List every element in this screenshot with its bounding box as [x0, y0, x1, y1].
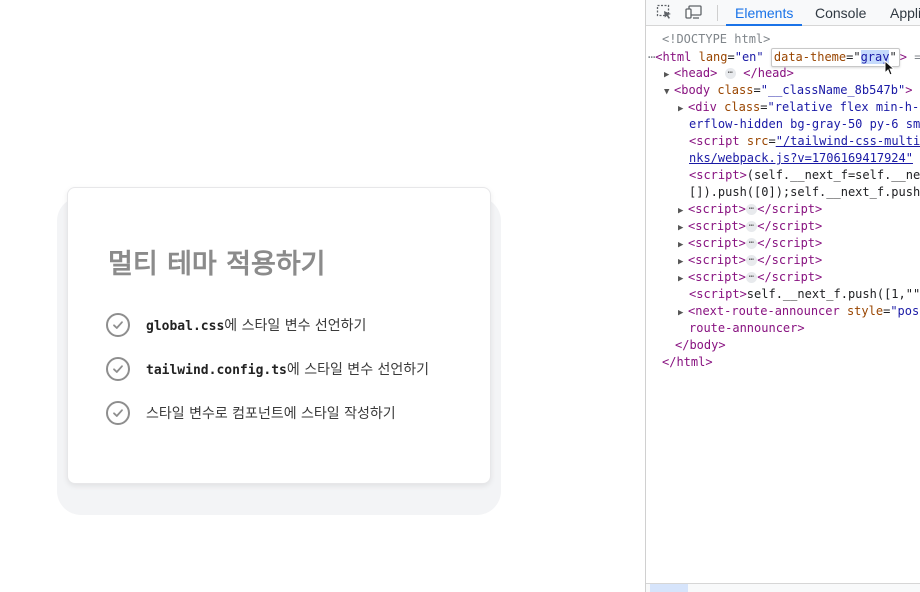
tab-console[interactable]: Console	[815, 0, 866, 26]
page-viewport: 멀티 테마 적용하기 global.css에 스타일 변수 선언하기 tailw…	[0, 0, 645, 592]
inline-script-continued: []).push([0]);self.__next_f.push	[689, 185, 920, 199]
list-item: 스타일 변수로 컴포넌트에 스타일 작성하기	[106, 401, 429, 425]
expand-triangle-icon[interactable]: ▶	[678, 271, 688, 288]
feature-list: global.css에 스타일 변수 선언하기 tailwind.config.…	[106, 313, 429, 445]
tab-elements[interactable]: Elements	[726, 0, 803, 26]
feature-text: tailwind.config.ts에 스타일 변수 선언하기	[146, 362, 430, 378]
mouse-pointer-icon	[884, 59, 896, 76]
collapse-triangle-icon[interactable]: ▼	[664, 84, 674, 101]
inline-script-node[interactable]: <script>self.__next_f.push([1,""	[689, 286, 920, 303]
inline-script-node[interactable]: <script>(self.__next_f=self.__ne	[689, 167, 920, 184]
card-title: 멀티 테마 적용하기	[108, 249, 326, 280]
expand-triangle-icon[interactable]: ▶	[678, 101, 688, 118]
device-toggle-icon[interactable]	[685, 4, 703, 20]
devtools-panel: Elements Console Appli <!DOCTYPE html> ⋯…	[645, 0, 920, 592]
collapsed-ellipsis[interactable]: ⋯	[745, 238, 758, 249]
collapsed-ellipsis[interactable]: ⋯	[724, 68, 737, 79]
collapsed-ellipsis[interactable]: ⋯	[745, 221, 758, 232]
list-item: global.css에 스타일 변수 선언하기	[106, 313, 429, 337]
check-circle-icon	[106, 313, 130, 337]
script-src-node[interactable]: <script src="/tailwind-css-multi	[689, 133, 920, 150]
html-close-tag: </html>	[662, 355, 713, 369]
check-circle-icon	[106, 401, 130, 425]
collapsed-ellipsis[interactable]: ⋯	[745, 204, 758, 215]
collapsed-ellipsis[interactable]: ⋯	[745, 272, 758, 283]
devtools-toolbar: Elements Console Appli	[646, 0, 920, 26]
expand-triangle-icon[interactable]: ▶	[678, 305, 688, 322]
check-circle-icon	[106, 357, 130, 381]
code-snippet: tailwind.config.ts	[146, 363, 287, 378]
collapsed-ellipsis[interactable]: ⋯	[745, 255, 758, 266]
inspect-element-icon[interactable]	[656, 4, 674, 20]
route-announcer-close: route-announcer>	[689, 321, 805, 335]
list-item: tailwind.config.ts에 스타일 변수 선언하기	[106, 357, 429, 381]
tab-application[interactable]: Appli	[890, 0, 920, 26]
feature-text: global.css에 스타일 변수 선언하기	[146, 318, 367, 334]
feature-text: 스타일 변수로 컴포넌트에 스타일 작성하기	[146, 406, 396, 422]
div-node-continued: erflow-hidden bg-gray-50 py-6 sm	[689, 117, 920, 131]
theme-card: 멀티 테마 적용하기 global.css에 스타일 변수 선언하기 tailw…	[67, 187, 491, 484]
toolbar-divider	[717, 5, 718, 21]
code-snippet: global.css	[146, 319, 225, 334]
script-src-link[interactable]: nks/webpack.js?v=1706169417924"	[689, 150, 913, 167]
breadcrumb-chip[interactable]	[650, 584, 688, 592]
devtools-bottom-bar	[646, 583, 920, 592]
body-close-tag: </body>	[675, 338, 726, 352]
doctype-node: <!DOCTYPE html>	[662, 32, 771, 46]
